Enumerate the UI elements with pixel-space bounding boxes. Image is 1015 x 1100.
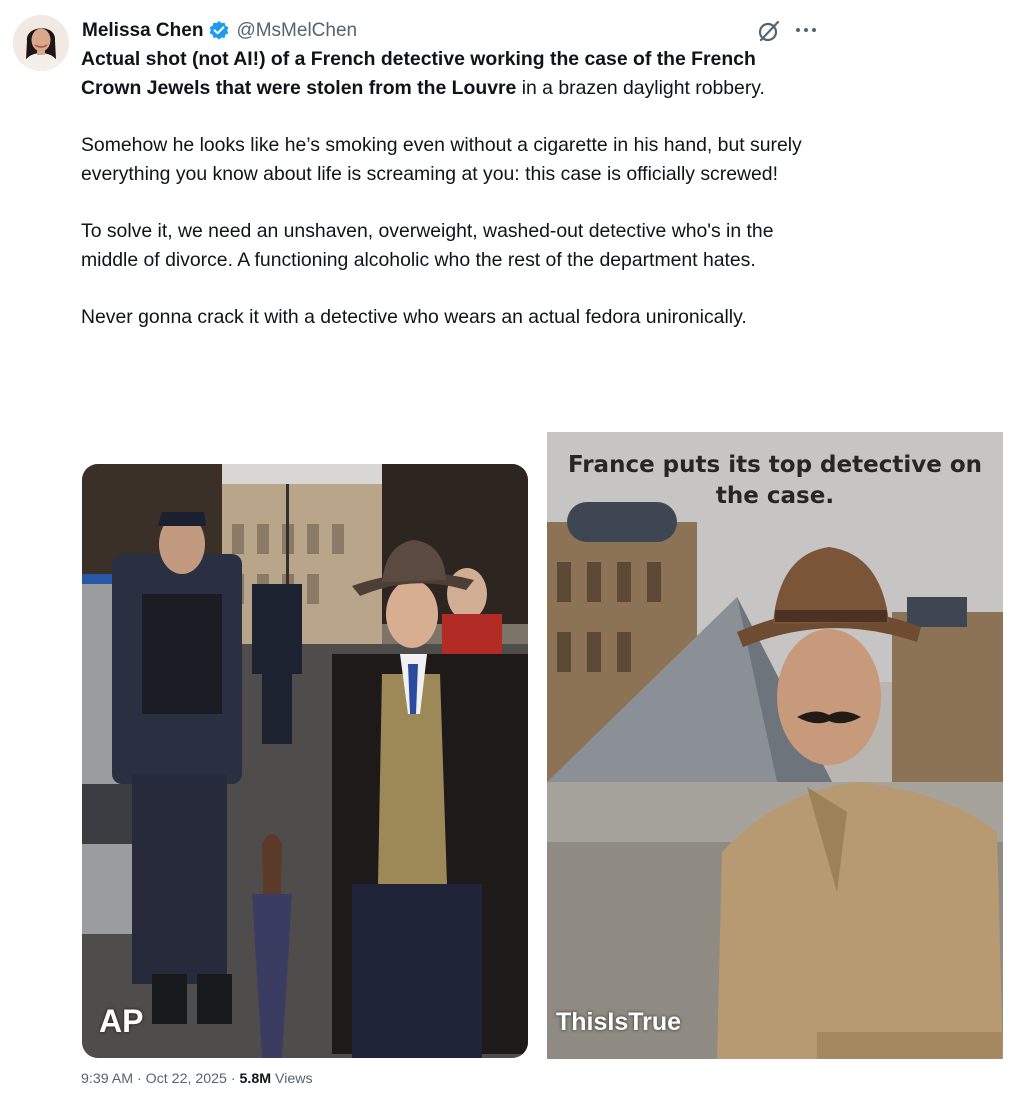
- more-options-icon[interactable]: [794, 22, 818, 38]
- media-meme-image[interactable]: France puts its top detective on the cas…: [547, 432, 1003, 1059]
- tweet-paragraph-2: Somehow he looks like he’s smoking even …: [81, 134, 802, 185]
- tweet-paragraph-1: Actual shot (not AI!) of a French detect…: [81, 45, 821, 103]
- meta-separator: ·: [226, 1071, 240, 1087]
- verified-badge-icon: [210, 21, 229, 40]
- tweet-lead-rest: in a brazen daylight robbery.: [516, 77, 765, 99]
- grok-icon[interactable]: [756, 18, 782, 44]
- media-photo-ap[interactable]: AP: [82, 464, 528, 1058]
- author-handle[interactable]: @MsMelChen: [236, 20, 357, 42]
- views-count[interactable]: 5.8M: [240, 1071, 272, 1087]
- tweet-header: Melissa Chen @MsMelChen: [82, 17, 357, 45]
- avatar[interactable]: [13, 15, 69, 71]
- tweet-meta: 9:39 AM · Oct 22, 2025 · 5.8M Views: [81, 1071, 313, 1087]
- tweet-paragraph-3: To solve it, we need an unshaven, overwe…: [81, 220, 774, 271]
- tweet-time[interactable]: 9:39 AM: [81, 1071, 133, 1087]
- ap-watermark: AP: [99, 1003, 144, 1039]
- meme-caption: France puts its top detective on the cas…: [567, 452, 983, 509]
- thisistrue-watermark: ThisIsTrue: [556, 1008, 682, 1036]
- meta-separator: ·: [133, 1071, 146, 1087]
- author-name[interactable]: Melissa Chen: [82, 20, 203, 42]
- views-label: Views: [271, 1071, 313, 1087]
- tweet-date[interactable]: Oct 22, 2025: [146, 1071, 227, 1087]
- tweet-text: Actual shot (not AI!) of a French detect…: [81, 45, 821, 332]
- tweet-paragraph-4: Never gonna crack it with a detective wh…: [81, 306, 747, 328]
